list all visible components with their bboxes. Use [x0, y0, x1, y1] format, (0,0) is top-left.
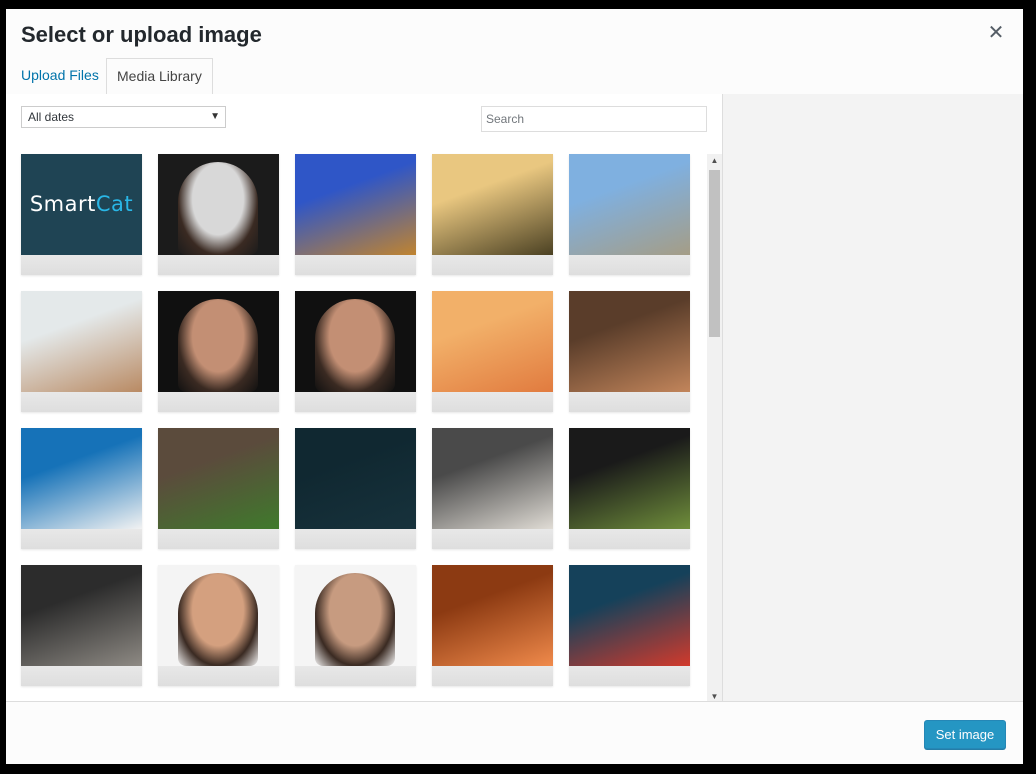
attachment-caption-bar: [432, 666, 553, 686]
attachment-businessman-thumbs-up[interactable]: [158, 565, 279, 686]
attachment-herbs-tomatoes-kitchen[interactable]: [158, 428, 279, 549]
modal-title: Select or upload image: [21, 22, 262, 47]
tab-media-library[interactable]: Media Library: [106, 58, 213, 95]
attachment-dark-teal[interactable]: [295, 428, 416, 549]
attachment-street-shop[interactable]: [21, 565, 142, 686]
attachment-smartcat-logo[interactable]: SmartCat: [21, 154, 142, 275]
date-filter-select[interactable]: All dates ▼: [21, 106, 226, 128]
media-modal: Select or upload image ✕ Upload Files Me…: [6, 9, 1023, 764]
attachment-thumbnail-image: [21, 291, 142, 392]
attachment-caption-bar: [569, 666, 690, 686]
modal-footer: Set image: [6, 701, 1023, 764]
attachment-thumbnail-image: [295, 428, 416, 529]
attachment-balloons-sunrise[interactable]: [432, 154, 553, 275]
attachment-desert-taxi-sunset[interactable]: [432, 291, 553, 412]
attachment-thumbnail-image: [158, 154, 279, 255]
attachment-florence-skyline[interactable]: [21, 291, 142, 412]
attachment-red-bridge-night[interactable]: [569, 565, 690, 686]
attachment-caption-bar: [295, 529, 416, 549]
caret-down-icon: ▼: [210, 111, 220, 122]
attachment-thumbnail-image: [295, 154, 416, 255]
portrait-figure: [178, 299, 258, 392]
attachment-thumbnail-image: [295, 565, 416, 666]
date-filter-value: All dates: [28, 110, 75, 124]
search-input[interactable]: [481, 106, 707, 132]
attachment-sushi-chopsticks[interactable]: [432, 565, 553, 686]
tab-bar: Upload Files Media Library: [6, 58, 1023, 95]
attachment-caption-bar: [432, 529, 553, 549]
attachment-caption-bar: [432, 392, 553, 412]
attachment-caption-bar: [295, 392, 416, 412]
attachment-caption-bar: [21, 529, 142, 549]
attachment-thumbnail-image: [295, 291, 416, 392]
attachment-thumbnail-image: [569, 565, 690, 666]
attachment-santorini-sea[interactable]: [21, 428, 142, 549]
attachment-details-sidebar: [722, 94, 1023, 701]
attachment-thumbnail-image: [432, 154, 553, 255]
attachment-coastal-village-night[interactable]: [295, 154, 416, 275]
attachment-caption-bar: [569, 255, 690, 275]
media-library-content: All dates ▼ SmartCat ▲ ▼: [6, 94, 722, 701]
attachment-caption-bar: [569, 392, 690, 412]
attachment-caption-bar: [21, 666, 142, 686]
attachment-man-with-glasses[interactable]: [158, 291, 279, 412]
attachment-caption-bar: [21, 255, 142, 275]
portrait-figure: [315, 573, 395, 666]
set-image-button[interactable]: Set image: [924, 720, 1006, 749]
attachment-thumbnail-image: [569, 154, 690, 255]
attachment-thumbnail-image: [569, 428, 690, 529]
attachment-caption-bar: [21, 392, 142, 412]
attachment-food-splash-dark[interactable]: [569, 428, 690, 549]
smartcat-logo-text: SmartCat: [29, 192, 134, 216]
attachment-city-aerial[interactable]: [569, 291, 690, 412]
portrait-figure: [178, 162, 258, 255]
attachment-portfolio-webpage-woman[interactable]: [158, 154, 279, 275]
attachment-caption-bar: [158, 255, 279, 275]
attachment-smiling-man-portrait[interactable]: [295, 565, 416, 686]
scroll-up-arrow-icon[interactable]: ▲: [707, 154, 722, 168]
close-icon[interactable]: ✕: [985, 22, 1007, 44]
attachment-thumbnail-image: SmartCat: [21, 154, 142, 255]
attachment-thumbnail-image: [158, 428, 279, 529]
scrollbar-thumb[interactable]: [709, 170, 720, 337]
attachment-thumbnail-image: [158, 565, 279, 666]
attachment-thumbnail-image: [569, 291, 690, 392]
portrait-figure: [315, 299, 395, 392]
attachment-thumbnail-image: [432, 428, 553, 529]
attachment-thumbnail-image: [432, 565, 553, 666]
attachment-thumbnail-image: [432, 291, 553, 392]
attachment-caption-bar: [158, 666, 279, 686]
attachment-man-with-glasses[interactable]: [295, 291, 416, 412]
attachment-waterfront-town[interactable]: [569, 154, 690, 275]
attachment-caption-bar: [158, 392, 279, 412]
attachment-thumbnail-image: [158, 291, 279, 392]
scroll-down-arrow-icon[interactable]: ▼: [707, 690, 722, 701]
portrait-figure: [178, 573, 258, 666]
scrollbar[interactable]: ▲ ▼: [707, 154, 722, 701]
attachment-caption-bar: [569, 529, 690, 549]
attachment-thumbnail-image: [21, 428, 142, 529]
attachment-caption-bar: [158, 529, 279, 549]
attachment-caption-bar: [295, 666, 416, 686]
attachment-laptop-coffee-desk[interactable]: [432, 428, 553, 549]
attachment-caption-bar: [295, 255, 416, 275]
attachment-caption-bar: [432, 255, 553, 275]
tab-upload-files[interactable]: Upload Files: [11, 58, 109, 93]
attachment-thumbnail-image: [21, 565, 142, 666]
